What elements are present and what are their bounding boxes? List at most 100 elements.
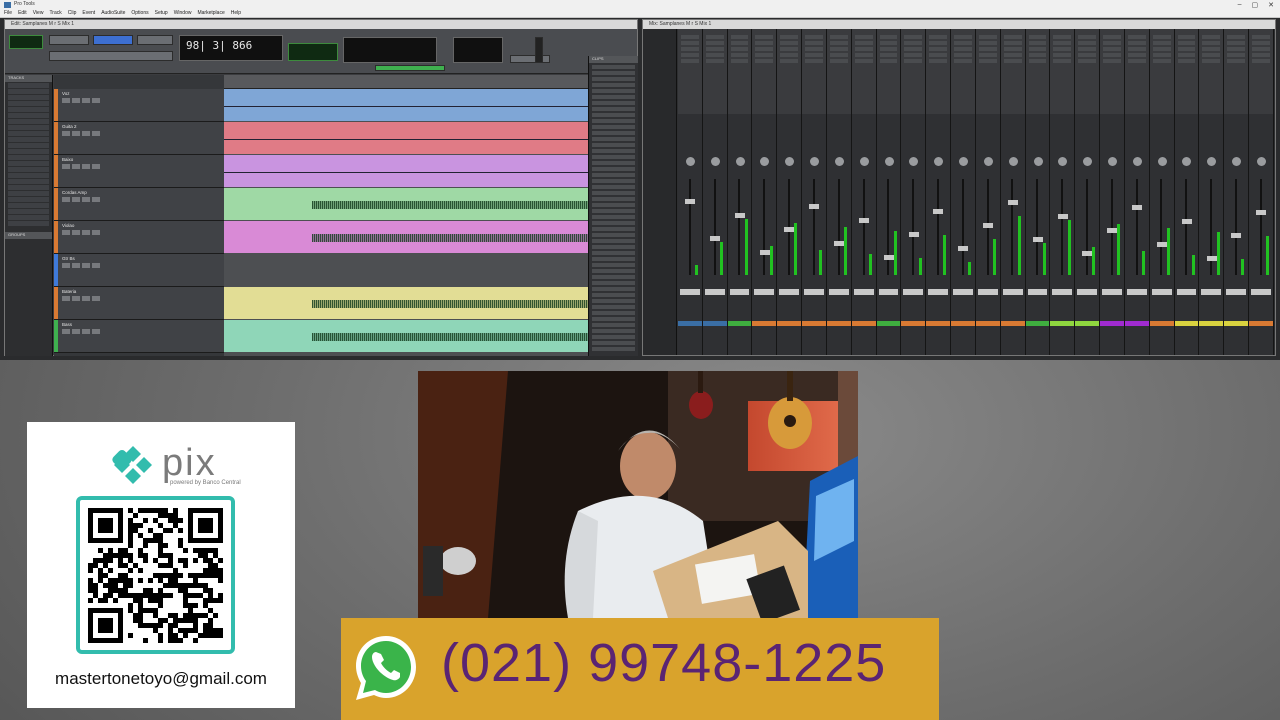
clip-list-row[interactable] [592, 197, 635, 201]
insert-slot[interactable] [879, 59, 898, 63]
clip-list-row[interactable] [592, 131, 635, 135]
channel-name-plate[interactable] [1151, 289, 1172, 295]
mixer-channel-strip[interactable] [777, 29, 803, 355]
track-list-row[interactable] [8, 155, 49, 160]
fader-handle[interactable] [1206, 256, 1217, 261]
track-list-row[interactable] [8, 185, 49, 190]
fader-handle[interactable] [1032, 237, 1043, 242]
insert-slot[interactable] [1103, 41, 1121, 45]
track-list-row[interactable] [8, 101, 49, 106]
track-list-row[interactable] [8, 221, 49, 226]
close-icon[interactable]: ✕ [1268, 1, 1274, 9]
menu-item[interactable]: Options [131, 10, 148, 16]
insert-slot[interactable] [780, 41, 799, 45]
insert-slot[interactable] [805, 59, 823, 63]
fader-handle[interactable] [933, 209, 944, 214]
clip-list-row[interactable] [592, 143, 635, 147]
menu-item[interactable]: Help [231, 10, 241, 16]
track-name[interactable]: Violao [62, 223, 74, 228]
track-list-row[interactable] [8, 143, 49, 148]
clip-list-row[interactable] [592, 185, 635, 189]
clip-list-row[interactable] [592, 281, 635, 285]
track-list-row[interactable] [8, 167, 49, 172]
mixer-channel-strip[interactable] [702, 29, 728, 355]
menu-item[interactable]: View [33, 10, 44, 16]
insert-slot[interactable] [1053, 47, 1072, 51]
mixer-channel-strip[interactable] [1050, 29, 1076, 355]
mixer-channel-strip[interactable] [1000, 29, 1026, 355]
track-header[interactable]: Voz [54, 89, 224, 122]
menu-item[interactable]: Setup [155, 10, 168, 16]
track-name[interactable]: Guita 2 [62, 124, 77, 129]
channel-name-plate[interactable] [1201, 289, 1222, 295]
fader-handle[interactable] [958, 246, 969, 251]
clip-list-row[interactable] [592, 137, 635, 141]
insert-slot[interactable] [1152, 47, 1171, 51]
track-list-row[interactable] [8, 203, 49, 208]
insert-slot[interactable] [1028, 53, 1047, 57]
insert-slot[interactable] [1103, 35, 1121, 39]
pan-knob[interactable] [1083, 157, 1093, 166]
insert-slot[interactable] [904, 35, 923, 39]
insert-slot[interactable] [929, 53, 948, 57]
insert-slot[interactable] [805, 47, 823, 51]
track-buttons[interactable] [62, 296, 100, 301]
insert-slot[interactable] [1053, 41, 1072, 45]
clip-list-row[interactable] [592, 323, 635, 327]
mixer-channel-strip[interactable] [901, 29, 927, 355]
insert-slot[interactable] [1053, 35, 1072, 39]
clip-list-row[interactable] [592, 263, 635, 267]
clip-list-row[interactable] [592, 299, 635, 303]
insert-slot[interactable] [1078, 47, 1097, 51]
transport-controls[interactable] [375, 65, 445, 71]
insert-slot[interactable] [1152, 35, 1171, 39]
clip-list-row[interactable] [592, 287, 635, 291]
clip-list-row[interactable] [592, 209, 635, 213]
clip-list-row[interactable] [592, 317, 635, 321]
clip-list-row[interactable] [592, 257, 635, 261]
channel-name-plate[interactable] [928, 289, 949, 295]
clip-list-row[interactable] [592, 179, 635, 183]
insert-slot[interactable] [1202, 35, 1221, 39]
insert-slot[interactable] [1127, 41, 1146, 45]
pan-knob[interactable] [810, 157, 820, 166]
track-name[interactable]: Bateria [62, 289, 76, 294]
channel-name-plate[interactable] [1251, 289, 1271, 295]
menu-item[interactable]: Clip [68, 10, 77, 16]
insert-slot[interactable] [829, 35, 848, 39]
insert-slot[interactable] [1177, 59, 1196, 63]
clip-list-row[interactable] [592, 161, 635, 165]
clip-list-row[interactable] [592, 233, 635, 237]
insert-slot[interactable] [1078, 53, 1097, 57]
track-lane[interactable] [224, 89, 588, 121]
clip-list-row[interactable] [592, 341, 635, 345]
menu-item[interactable]: AudioSuite [101, 10, 125, 16]
track-list-row[interactable] [8, 173, 49, 178]
mixer-channel-strip[interactable] [975, 29, 1001, 355]
insert-slot[interactable] [805, 41, 823, 45]
track-lane[interactable] [224, 320, 588, 352]
clip-list-row[interactable] [592, 167, 635, 171]
insert-slot[interactable] [1202, 41, 1221, 45]
insert-slot[interactable] [829, 53, 848, 57]
channel-name-plate[interactable] [1102, 289, 1122, 295]
channel-name-plate[interactable] [1126, 289, 1147, 295]
track-header[interactable]: Bass [54, 320, 224, 353]
fader-handle[interactable] [784, 227, 795, 232]
insert-slot[interactable] [1003, 47, 1022, 51]
track-header[interactable]: Cordas Amp [54, 188, 224, 221]
insert-slot[interactable] [1252, 53, 1270, 57]
insert-slot[interactable] [1078, 41, 1097, 45]
insert-slot[interactable] [681, 35, 699, 39]
insert-slot[interactable] [978, 59, 997, 63]
insert-slot[interactable] [954, 41, 972, 45]
insert-slot[interactable] [829, 41, 848, 45]
insert-slot[interactable] [1003, 53, 1022, 57]
clip-list-row[interactable] [592, 71, 635, 75]
mixer-channel-strip[interactable] [1149, 29, 1175, 355]
insert-slot[interactable] [904, 41, 923, 45]
fader-handle[interactable] [1256, 210, 1267, 215]
insert-slot[interactable] [1028, 47, 1047, 51]
fader-handle[interactable] [1181, 219, 1192, 224]
channel-name-plate[interactable] [953, 289, 973, 295]
